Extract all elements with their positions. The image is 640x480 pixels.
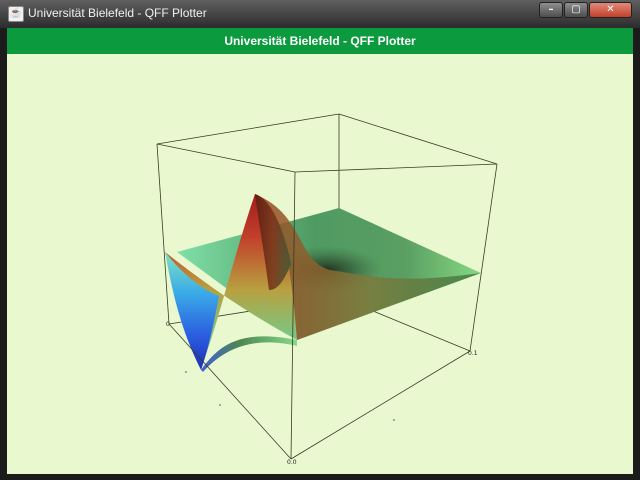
window-title: Universität Bielefeld - QFF Plotter	[28, 6, 207, 20]
axis-ticks	[185, 371, 395, 421]
tick-label-front: 0.0	[287, 459, 297, 466]
maximize-icon: ▢	[571, 4, 581, 15]
window-titlebar[interactable]: ☕ Universität Bielefeld - QFF Plotter – …	[0, 0, 640, 28]
minimize-button[interactable]: –	[539, 2, 563, 18]
maximize-button[interactable]: ▢	[564, 2, 588, 18]
surface-mesh	[165, 194, 481, 372]
tick-label-right: 0.1	[468, 350, 478, 357]
close-button[interactable]: ✕	[589, 2, 632, 18]
java-cup-icon: ☕	[8, 6, 24, 22]
surface-plot-canvas[interactable]: 0 0.0 0.1	[7, 28, 633, 474]
surface-front-edge	[201, 336, 297, 372]
minimize-icon: –	[548, 4, 554, 15]
close-icon: ✕	[606, 4, 615, 15]
plotter-panel: Universität Bielefeld - QFF Plotter 0 0.…	[7, 28, 633, 474]
tick-label-left: 0	[166, 321, 170, 328]
